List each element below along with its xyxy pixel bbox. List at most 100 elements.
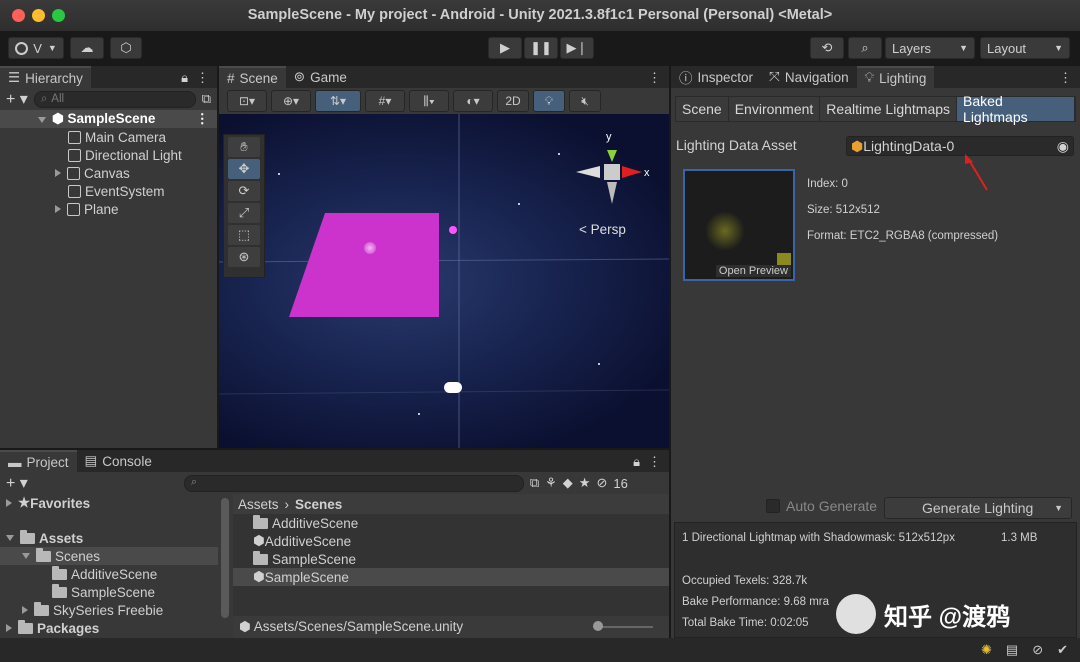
- lightmap-preview[interactable]: Open Preview: [683, 169, 795, 281]
- tab-scene[interactable]: # Scene: [219, 66, 286, 88]
- grid-snap-button[interactable]: #▾: [365, 90, 405, 112]
- more-icon[interactable]: ⋮: [196, 70, 209, 85]
- list-item[interactable]: Main Camera: [0, 128, 217, 146]
- favorites-row[interactable]: ★ Favorites: [0, 494, 218, 512]
- scale-tool-button[interactable]: ⤢: [228, 203, 260, 223]
- layout-dropdown[interactable]: Layout ▼: [980, 37, 1070, 59]
- more-icon[interactable]: ⋮: [1051, 66, 1080, 88]
- label-icon[interactable]: ◆: [563, 475, 573, 491]
- shading-mode-button[interactable]: ◐▾: [453, 90, 493, 112]
- expand-arrow-icon[interactable]: [6, 624, 12, 632]
- filter-type-icon[interactable]: ⚘: [545, 475, 557, 491]
- checkbox[interactable]: [766, 499, 780, 513]
- collab-button[interactable]: ⬡: [110, 37, 142, 59]
- transform-tool-button[interactable]: ⊛: [228, 247, 260, 267]
- lock-icon[interactable]: 🔒︎: [633, 454, 640, 469]
- add-button[interactable]: + ▾: [6, 473, 28, 493]
- global-button[interactable]: ⊕▾: [271, 90, 311, 112]
- zoom-slider[interactable]: [593, 621, 653, 631]
- more-icon[interactable]: ⋮: [640, 66, 669, 88]
- breadcrumb-assets[interactable]: Assets: [238, 497, 279, 512]
- play-button[interactable]: ▶: [488, 37, 522, 59]
- rect-tool-button[interactable]: ⬚: [228, 225, 260, 245]
- cache-server-icon[interactable]: ▤: [1006, 642, 1018, 658]
- tab-game[interactable]: ⊚ Game: [286, 66, 355, 88]
- expand-arrow-icon[interactable]: [55, 205, 61, 213]
- subtab-environment[interactable]: Environment: [728, 97, 821, 121]
- list-item[interactable]: EventSystem: [0, 182, 217, 200]
- project-search-input[interactable]: ⌕: [183, 474, 524, 492]
- pivot-gizmo[interactable]: [449, 226, 457, 234]
- object-picker-icon[interactable]: ◉: [1057, 138, 1069, 155]
- list-item[interactable]: ⬢ SampleScene: [233, 568, 669, 586]
- projection-label[interactable]: < Persp: [579, 222, 626, 237]
- check-icon[interactable]: ✔: [1057, 642, 1068, 658]
- star-icon[interactable]: ★: [579, 475, 591, 491]
- list-item[interactable]: SampleScene: [233, 550, 669, 568]
- pause-button[interactable]: ❚❚: [524, 37, 558, 59]
- assets-row[interactable]: Assets: [0, 529, 218, 547]
- tree-item[interactable]: SampleScene: [0, 583, 218, 601]
- snap-button[interactable]: ⇅▾: [315, 90, 361, 112]
- audio-toggle[interactable]: 🔇︎: [569, 90, 601, 112]
- layers-dropdown[interactable]: Layers ▼: [885, 37, 975, 59]
- camera-gizmo[interactable]: [444, 382, 462, 393]
- expand-arrow-icon[interactable]: [6, 535, 14, 541]
- subtab-scene[interactable]: Scene: [676, 97, 729, 121]
- hand-tool-button[interactable]: ✋︎: [228, 137, 260, 157]
- list-item[interactable]: ⬢ AdditiveScene: [233, 532, 669, 550]
- hidden-packages-icon[interactable]: ⊘: [596, 475, 607, 491]
- search-options-icon[interactable]: ⧉: [202, 91, 211, 107]
- add-button[interactable]: + ▾: [6, 89, 28, 109]
- lighting-toggle[interactable]: 💡︎: [533, 90, 565, 112]
- tree-item[interactable]: AdditiveScene: [0, 565, 218, 583]
- cloud-button[interactable]: ☁: [70, 37, 104, 59]
- scene-viewport[interactable]: y x < Persp: [219, 114, 669, 448]
- scenes-row[interactable]: Scenes: [0, 547, 218, 565]
- breadcrumb-scenes[interactable]: Scenes: [295, 497, 342, 512]
- light-gizmo[interactable]: [364, 242, 376, 254]
- bake-progress-icon[interactable]: ✺: [981, 642, 992, 658]
- generate-lighting-button[interactable]: Generate Lighting ▼: [884, 497, 1072, 519]
- list-item[interactable]: Directional Light: [0, 146, 217, 164]
- hierarchy-search-input[interactable]: ⌕ All: [33, 90, 196, 108]
- list-item[interactable]: AdditiveScene: [233, 514, 669, 532]
- move-tool-button[interactable]: ✥: [228, 159, 260, 179]
- expand-arrow-icon[interactable]: [6, 499, 12, 507]
- packages-row[interactable]: Packages: [0, 619, 218, 637]
- tab-inspector[interactable]: ⓘ Inspector: [671, 66, 761, 88]
- tree-scrollbar[interactable]: [221, 498, 229, 618]
- expand-arrow-icon[interactable]: [55, 169, 61, 177]
- orientation-gizmo[interactable]: y x: [574, 128, 654, 208]
- tree-item[interactable]: SkySeries Freebie: [0, 601, 218, 619]
- lock-icon[interactable]: 🔒︎: [181, 70, 188, 85]
- scene-row[interactable]: ⬢ SampleScene ⋮: [0, 110, 217, 128]
- list-item[interactable]: Canvas: [0, 164, 217, 182]
- subtab-realtime-lightmaps[interactable]: Realtime Lightmaps: [820, 97, 958, 121]
- history-button[interactable]: ⟲: [810, 37, 844, 59]
- tab-project[interactable]: ▬ Project: [0, 450, 77, 472]
- auto-generate-toggle[interactable]: Auto Generate: [766, 498, 877, 514]
- draw-mode-button[interactable]: ⊡▾: [227, 90, 267, 112]
- lighting-data-asset-field[interactable]: ⬢LightingData-0 ◉: [846, 136, 1074, 156]
- tab-navigation[interactable]: ⤧ Navigation: [761, 66, 857, 88]
- search-button[interactable]: ⌕: [848, 37, 882, 59]
- 2d-toggle[interactable]: 2D: [497, 90, 529, 112]
- more-icon[interactable]: ⋮: [196, 111, 210, 127]
- account-dropdown[interactable]: V ▼: [8, 37, 64, 59]
- expand-arrow-icon[interactable]: [22, 553, 30, 559]
- tab-lighting[interactable]: 💡︎ Lighting: [856, 66, 935, 88]
- debug-icon[interactable]: ⊘: [1032, 642, 1043, 658]
- increment-snap-button[interactable]: ⫼▾: [409, 90, 449, 112]
- step-button[interactable]: ▶❘: [560, 37, 594, 59]
- tab-console[interactable]: ▤ Console: [77, 450, 160, 472]
- tab-hierarchy[interactable]: ☰ Hierarchy: [0, 66, 91, 88]
- subtab-baked-lightmaps[interactable]: Baked Lightmaps: [957, 93, 1075, 125]
- chevron-down-icon[interactable]: ▼: [1054, 503, 1063, 513]
- search-options-icon[interactable]: ⧉: [530, 475, 539, 491]
- rotate-tool-button[interactable]: ⟳: [228, 181, 260, 201]
- open-preview-button[interactable]: Open Preview: [715, 265, 791, 277]
- more-icon[interactable]: ⋮: [648, 454, 661, 469]
- expand-arrow-icon[interactable]: [22, 606, 28, 614]
- list-item[interactable]: Plane: [0, 200, 217, 218]
